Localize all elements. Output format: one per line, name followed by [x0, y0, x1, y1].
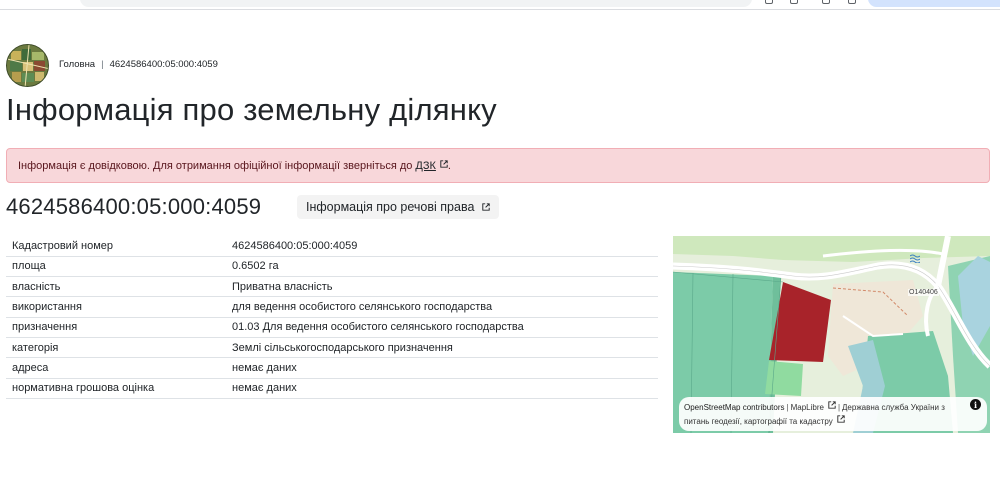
browser-toolbar: [0, 0, 1000, 10]
address-bar[interactable]: [80, 0, 752, 7]
row-value: немає даних: [226, 357, 658, 379]
breadcrumb-current: 4624586400:05:000:4059: [109, 59, 218, 70]
table-row: призначення 01.03 Для ведення особистого …: [6, 317, 658, 338]
row-value: Землі сільськогосподарського призначення: [226, 337, 658, 359]
table-row: власність Приватна власність: [6, 276, 658, 298]
row-value: 0.6502 га: [226, 256, 658, 278]
cadastral-number-heading: 4624586400:05:000:4059: [6, 194, 262, 219]
osm-link[interactable]: OpenStreetMap contributors: [684, 403, 785, 412]
road-label: О140406: [908, 289, 939, 296]
alert-suffix: .: [447, 159, 451, 172]
row-value: 01.03 Для ведення особистого селянського…: [226, 317, 658, 338]
property-rights-label: Інформація про речові права: [306, 200, 475, 214]
site-logo[interactable]: [6, 44, 49, 87]
breadcrumb-separator: |: [101, 59, 104, 70]
table-row: Кадастровий номер 4624586400:05:000:4059: [6, 236, 658, 257]
row-value: немає даних: [226, 378, 658, 399]
table-row: адреса немає даних: [6, 357, 658, 379]
water-icon: [909, 250, 921, 268]
dzk-link-label: ДЗК: [415, 159, 436, 172]
row-key: власність: [6, 276, 226, 298]
row-key: призначення: [6, 317, 226, 338]
logo-icon: [7, 45, 48, 86]
map-attribution: OpenStreetMap contributors | MapLibre | Держ…: [679, 397, 987, 431]
row-key: категорія: [6, 337, 226, 359]
page-title: Інформація про земельну ділянку: [6, 92, 497, 127]
row-value: для ведення особистого селянського госпо…: [226, 296, 658, 318]
external-link-icon: [440, 159, 448, 168]
row-key: адреса: [6, 357, 226, 379]
attribution-separator: |: [837, 403, 841, 412]
external-link-icon: [837, 415, 845, 423]
table-row: категорія Землі сільськогосподарського пр…: [6, 337, 658, 359]
browser-extension-icon[interactable]: [790, 0, 798, 4]
attribution-info-icon[interactable]: i: [970, 399, 981, 410]
external-link-icon: [482, 203, 491, 211]
table-row: нормативна грошова оцінка немає даних: [6, 378, 658, 399]
breadcrumb: Головна | 4624586400:05:000:4059: [59, 59, 218, 70]
info-alert: Інформація є довідковою. Для отримання о…: [6, 148, 990, 183]
browser-extension-icon[interactable]: [848, 0, 856, 4]
parcel-info-table: Кадастровий номер 4624586400:05:000:4059 …: [6, 236, 658, 399]
table-row: використання для ведення особистого селян…: [6, 296, 658, 318]
browser-profile-pill[interactable]: [868, 0, 1000, 7]
row-key: нормативна грошова оцінка: [6, 378, 226, 399]
row-key: Кадастровий номер: [6, 236, 226, 257]
external-link-icon: [828, 401, 836, 409]
row-key: використання: [6, 296, 226, 318]
alert-text: Інформація є довідковою. Для отримання о…: [18, 159, 413, 172]
dzk-link[interactable]: ДЗК: [415, 160, 448, 172]
maplibre-link[interactable]: MapLibre: [791, 403, 824, 412]
breadcrumb-home-link[interactable]: Головна: [59, 59, 95, 70]
attribution-separator: |: [786, 403, 789, 412]
table-row: площа 0.6502 га: [6, 256, 658, 278]
row-value: Приватна власність: [226, 276, 658, 298]
browser-extension-icon[interactable]: [822, 0, 830, 4]
property-rights-button[interactable]: Інформація про речові права: [297, 195, 500, 219]
browser-extension-icon[interactable]: [765, 0, 773, 4]
row-value: 4624586400:05:000:4059: [226, 236, 658, 257]
row-key: площа: [6, 256, 226, 278]
